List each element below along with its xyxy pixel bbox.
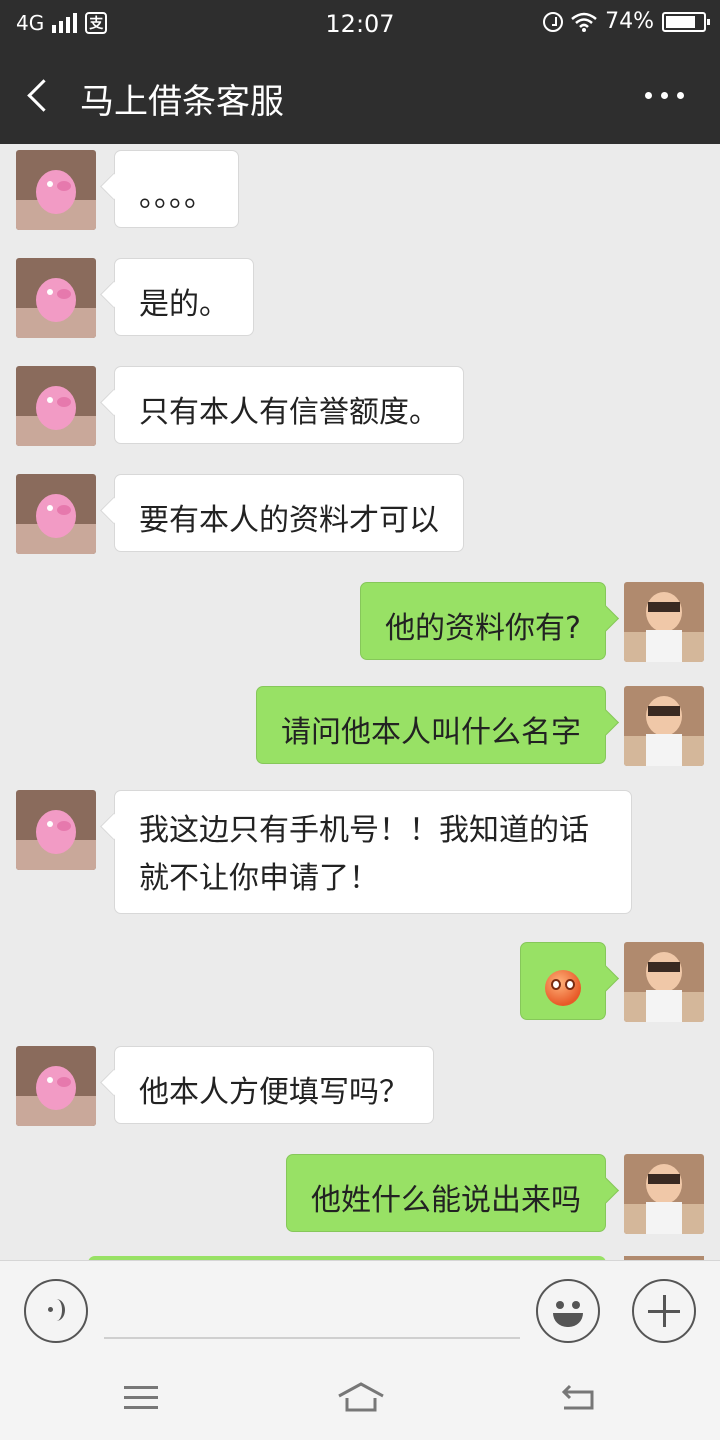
input-bar [0, 1260, 720, 1357]
avatar-service[interactable] [16, 366, 96, 446]
message-text: 只有本人有信誉额度。 [139, 395, 439, 430]
plus-icon[interactable] [632, 1279, 696, 1343]
message-bubble[interactable]: 我这边只有手机号！！我知道的话就不让你申请了！ [114, 790, 632, 914]
message-list[interactable]: 。。。。 是的。 只有本人有信誉额度。 要有本人的资料才可以 他的资料你有? 请… [0, 144, 720, 1260]
smile-icon[interactable] [536, 1279, 600, 1343]
avatar-service[interactable] [16, 1046, 96, 1126]
flushed-emoji-icon [545, 969, 581, 1006]
alarm-icon [543, 11, 564, 32]
message-bubble[interactable]: 是的。 [114, 258, 254, 336]
message-bubble[interactable]: 他姓什么能说出来吗 [286, 1154, 606, 1232]
avatar-me[interactable] [624, 582, 704, 662]
message-bubble[interactable]: 要有本人的资料才可以 [114, 474, 464, 552]
avatar-me[interactable] [624, 942, 704, 1022]
message-text: 他的资料你有? [385, 611, 581, 646]
chevron-left-icon[interactable] [22, 76, 60, 118]
message-bubble[interactable]: 他本人方便填写吗？ [114, 1046, 434, 1124]
message-bubble[interactable]: 请问他本人叫什么名字 [256, 686, 606, 764]
message-bubble[interactable]: 他的资料你有? [360, 582, 606, 660]
chat-header: 马上借条客服 [0, 50, 720, 144]
wifi-icon [571, 12, 597, 32]
message-text: 他姓什么能说出来吗 [311, 1183, 581, 1218]
message-bubble[interactable]: 。。。。 [114, 150, 239, 228]
back-icon[interactable] [560, 1384, 598, 1412]
system-nav-bar [0, 1356, 720, 1440]
message-text: 请问他本人叫什么名字 [281, 715, 581, 750]
message-text: 我这边只有手机号！！我知道的话就不让你申请了！ [139, 813, 589, 896]
message-text: 要有本人的资料才可以 [139, 503, 439, 538]
status-bar: 4G 支 12:07 74% [0, 0, 720, 50]
home-icon[interactable] [337, 1382, 385, 1414]
message-text: 是的。 [139, 287, 229, 322]
avatar-service[interactable] [16, 150, 96, 230]
message-bubble[interactable] [520, 942, 606, 1020]
menu-icon[interactable] [124, 1386, 158, 1410]
message-bubble[interactable]: 只有本人有信誉额度。 [114, 366, 464, 444]
message-text: 。。。。 [139, 179, 214, 214]
avatar-me[interactable] [624, 686, 704, 766]
avatar-service[interactable] [16, 474, 96, 554]
avatar-me[interactable] [624, 1154, 704, 1234]
avatar-service[interactable] [16, 790, 96, 870]
battery-percent: 74% [605, 9, 654, 34]
more-dots-icon[interactable] [645, 92, 684, 99]
message-text: 他本人方便填写吗？ [139, 1075, 409, 1110]
message-input[interactable] [104, 1337, 520, 1339]
voice-icon[interactable] [24, 1279, 88, 1343]
battery-icon [662, 11, 710, 32]
avatar-service[interactable] [16, 258, 96, 338]
chat-title: 马上借条客服 [80, 82, 284, 122]
